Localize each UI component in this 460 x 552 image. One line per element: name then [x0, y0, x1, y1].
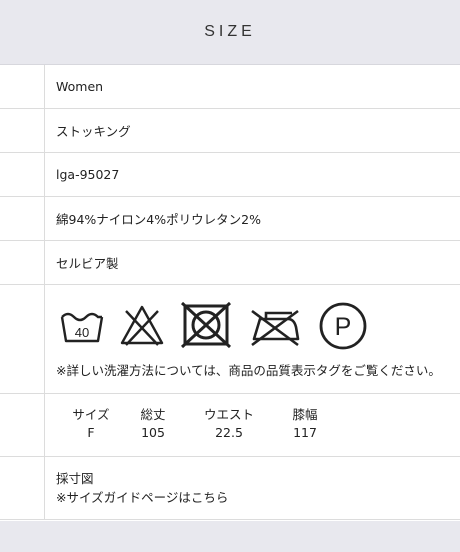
size-value-length: 105: [141, 425, 165, 440]
size-title: SIZE: [204, 23, 256, 40]
dry-clean-letter: P: [335, 313, 352, 341]
row-label-cell: [0, 394, 45, 456]
care-note: ※詳しい洗濯方法については、商品の品質表示タグをご覧ください。: [56, 363, 441, 378]
no-iron-icon: [251, 309, 300, 347]
size-guide-link[interactable]: ※サイズガイドページはこちら: [56, 488, 228, 507]
origin-value: セルビア製: [56, 256, 119, 271]
size-value-size: F: [87, 425, 95, 440]
size-header-waist: ウエスト: [203, 407, 254, 422]
size-value-waist: 22.5: [215, 425, 243, 440]
gender-value: Women: [56, 79, 104, 94]
material-value: 綿94%ナイロン4%ポリウレタン2%: [56, 212, 261, 227]
dry-clean-p-icon: P: [319, 302, 367, 350]
size-header: SIZE: [0, 0, 460, 65]
wash-temp-label: 40: [75, 325, 89, 340]
row-label-cell: [0, 241, 45, 284]
table-row-origin: セルビア製: [0, 241, 460, 285]
table-row-size: サイズ 総丈 ウエスト 膝幅 F 105 22.5 117: [0, 394, 460, 457]
row-label-cell: [0, 457, 45, 519]
size-header-size: サイズ: [72, 407, 110, 422]
table-row-care: 40 P ※詳しい洗濯方法については、商品の品質表示タグをご覧ください。: [0, 285, 460, 394]
care-icons: 40 P: [56, 301, 451, 351]
table-row-category: ストッキング: [0, 109, 460, 153]
row-label-cell: [0, 153, 45, 196]
wash-40-icon: 40: [60, 312, 104, 343]
size-chart-label[interactable]: 採寸図: [56, 469, 228, 488]
size-value-knee: 117: [293, 425, 317, 440]
table-row-size-guide: 採寸図 ※サイズガイドページはこちら: [0, 457, 460, 520]
row-label-cell: [0, 65, 45, 108]
size-guide-block[interactable]: 採寸図 ※サイズガイドページはこちら: [56, 469, 228, 507]
no-tumble-dry-icon: [180, 301, 232, 349]
size-header-length: 総丈: [140, 407, 166, 422]
no-bleach-icon: [120, 305, 164, 346]
table-row-material: 綿94%ナイロン4%ポリウレタン2%: [0, 197, 460, 241]
size-header-knee: 膝幅: [292, 407, 318, 422]
row-label-cell: [0, 197, 45, 240]
product-code-value: lga-95027: [56, 167, 120, 182]
row-label-cell: [0, 109, 45, 152]
footer-bar: [0, 521, 460, 552]
table-row-gender: Women: [0, 65, 460, 109]
category-value: ストッキング: [56, 124, 131, 139]
table-row-product-code: lga-95027: [0, 153, 460, 197]
row-label-cell: [0, 285, 45, 393]
